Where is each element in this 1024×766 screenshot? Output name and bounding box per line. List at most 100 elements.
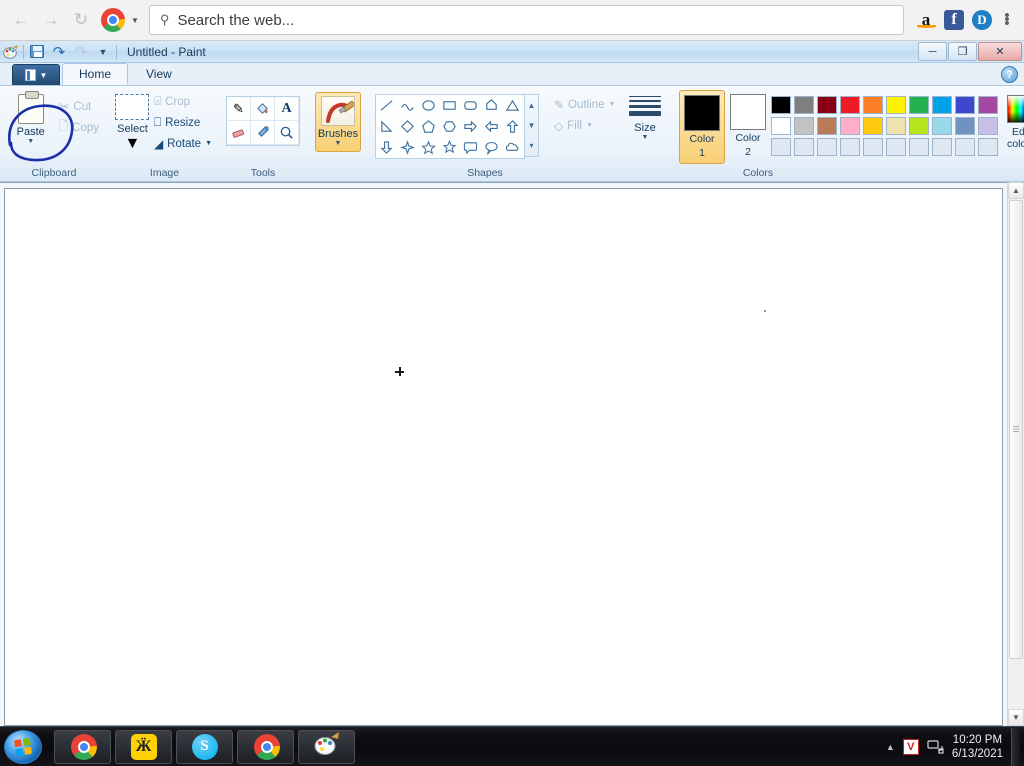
- rotate-button[interactable]: ◢ Rotate ▼: [151, 133, 215, 154]
- palette-swatch-r1-c3[interactable]: [817, 96, 837, 114]
- palette-swatch-r1-c5[interactable]: [863, 96, 883, 114]
- palette-swatch-r2-c1[interactable]: [771, 117, 791, 135]
- vertical-scrollbar-thumb[interactable]: ☰: [1009, 200, 1023, 659]
- palette-swatch-r3-c5[interactable]: [863, 138, 883, 156]
- close-button[interactable]: ✕: [978, 42, 1022, 61]
- amazon-extension-icon[interactable]: a: [914, 8, 938, 32]
- shape-oval[interactable]: [418, 95, 439, 116]
- reload-icon[interactable]: ↻: [68, 7, 94, 33]
- kebab-menu-icon[interactable]: • • •: [998, 8, 1016, 31]
- shape-right-arrow[interactable]: [460, 116, 481, 137]
- size-button[interactable]: Size ▼: [623, 90, 667, 141]
- chevron-down-icon[interactable]: ▼: [131, 16, 139, 25]
- chevron-up-icon[interactable]: ▲: [1008, 182, 1024, 199]
- select-button[interactable]: Select ▼: [114, 90, 151, 153]
- shape-rectangle[interactable]: [439, 95, 460, 116]
- tab-view[interactable]: View: [130, 63, 188, 85]
- shape-up-arrow[interactable]: [502, 116, 523, 137]
- pencil-tool[interactable]: ✎: [227, 97, 251, 121]
- taskbar-chrome-1[interactable]: [54, 729, 111, 764]
- paste-button[interactable]: Paste ▼: [6, 90, 55, 145]
- palette-swatch-r3-c2[interactable]: [794, 138, 814, 156]
- shape-down-arrow[interactable]: [376, 137, 397, 158]
- palette-swatch-r2-c5[interactable]: [863, 117, 883, 135]
- palette-swatch-r1-c4[interactable]: [840, 96, 860, 114]
- fill-tool[interactable]: [251, 97, 275, 121]
- palette-swatch-r2-c3[interactable]: [817, 117, 837, 135]
- palette-swatch-r3-c3[interactable]: [817, 138, 837, 156]
- vertical-scrollbar[interactable]: ▲ ☰ ▼: [1007, 182, 1024, 726]
- palette-swatch-r3-c4[interactable]: [840, 138, 860, 156]
- shape-six-point-star[interactable]: [439, 137, 460, 158]
- palette-swatch-r2-c10[interactable]: [978, 117, 998, 135]
- color-1-button[interactable]: Color 1: [679, 90, 725, 164]
- show-desktop-button[interactable]: [1011, 727, 1020, 766]
- undo-arrow-icon[interactable]: ↶: [50, 43, 68, 61]
- restore-button[interactable]: ❐: [948, 42, 977, 61]
- copy-button[interactable]: 🗋 Copy: [55, 117, 102, 138]
- taskbar-skype[interactable]: S: [176, 729, 233, 764]
- resize-button[interactable]: ⎕ Resize: [151, 112, 215, 133]
- palette-swatch-r1-c1[interactable]: [771, 96, 791, 114]
- forward-arrow-icon[interactable]: →: [38, 7, 64, 33]
- shape-rounded-rectangle[interactable]: [460, 95, 481, 116]
- tray-network-icon[interactable]: [927, 739, 944, 754]
- customize-qat-button[interactable]: ▼: [94, 43, 112, 61]
- color-picker-tool[interactable]: [251, 121, 275, 145]
- cut-button[interactable]: ✂ Cut: [55, 96, 102, 117]
- shape-left-arrow[interactable]: [481, 116, 502, 137]
- shape-oval-callout[interactable]: [481, 137, 502, 158]
- clock[interactable]: 10:20 PM 6/13/2021: [952, 733, 1003, 761]
- palette-swatch-r1-c8[interactable]: [932, 96, 952, 114]
- shape-five-point-star[interactable]: [418, 137, 439, 158]
- color-2-button[interactable]: Color 2: [725, 90, 771, 162]
- palette-swatch-r1-c9[interactable]: [955, 96, 975, 114]
- shape-curve[interactable]: [397, 95, 418, 116]
- text-tool[interactable]: A: [275, 97, 299, 121]
- palette-swatch-r3-c1[interactable]: [771, 138, 791, 156]
- shape-pentagon[interactable]: [418, 116, 439, 137]
- taskbar-yellow-app[interactable]: Ӝ: [115, 729, 172, 764]
- palette-swatch-r3-c9[interactable]: [955, 138, 975, 156]
- more-shapes-icon[interactable]: ▾: [529, 141, 533, 150]
- brushes-button[interactable]: Brushes ▼: [315, 92, 361, 152]
- file-menu-button[interactable]: ▼: [12, 64, 60, 85]
- help-button[interactable]: ?: [1001, 66, 1018, 83]
- chevron-up-icon[interactable]: ▲: [528, 101, 536, 110]
- drawing-canvas[interactable]: [4, 188, 1003, 726]
- shape-right-triangle[interactable]: [376, 116, 397, 137]
- palette-swatch-r2-c4[interactable]: [840, 117, 860, 135]
- search-input[interactable]: ⚲ Search the web...: [148, 5, 904, 35]
- palette-swatch-r2-c7[interactable]: [909, 117, 929, 135]
- shape-rounded-callout[interactable]: [460, 137, 481, 158]
- shape-cloud-callout[interactable]: [502, 137, 523, 158]
- shape-diamond[interactable]: [397, 116, 418, 137]
- palette-swatch-r2-c9[interactable]: [955, 117, 975, 135]
- shape-hexagon[interactable]: [439, 116, 460, 137]
- facebook-extension-icon[interactable]: f: [942, 8, 966, 32]
- crop-button[interactable]: ⍓ Crop: [151, 91, 215, 112]
- palette-swatch-r3-c10[interactable]: [978, 138, 998, 156]
- palette-swatch-r3-c6[interactable]: [886, 138, 906, 156]
- palette-swatch-r2-c8[interactable]: [932, 117, 952, 135]
- outline-button[interactable]: ✎ Outline ▼: [551, 94, 618, 115]
- edit-colors-button[interactable]: Edit colors: [1000, 90, 1024, 150]
- start-button[interactable]: [4, 729, 42, 764]
- palette-swatch-r1-c6[interactable]: [886, 96, 906, 114]
- palette-swatch-r2-c2[interactable]: [794, 117, 814, 135]
- palette-swatch-r1-c7[interactable]: [909, 96, 929, 114]
- chevron-down-icon[interactable]: ▼: [528, 121, 536, 130]
- shape-four-point-star[interactable]: [397, 137, 418, 158]
- eraser-tool[interactable]: [227, 121, 251, 145]
- shape-polygon[interactable]: [481, 95, 502, 116]
- tray-v-icon[interactable]: V: [902, 738, 919, 755]
- palette-swatch-r1-c10[interactable]: [978, 96, 998, 114]
- palette-swatch-r2-c6[interactable]: [886, 117, 906, 135]
- taskbar-paint[interactable]: [298, 729, 355, 764]
- chrome-icon[interactable]: [101, 8, 125, 32]
- minimize-button[interactable]: ─: [918, 42, 947, 61]
- back-arrow-icon[interactable]: ←: [8, 7, 34, 33]
- palette-swatch-r1-c2[interactable]: [794, 96, 814, 114]
- shape-triangle[interactable]: [502, 95, 523, 116]
- shape-line[interactable]: [376, 95, 397, 116]
